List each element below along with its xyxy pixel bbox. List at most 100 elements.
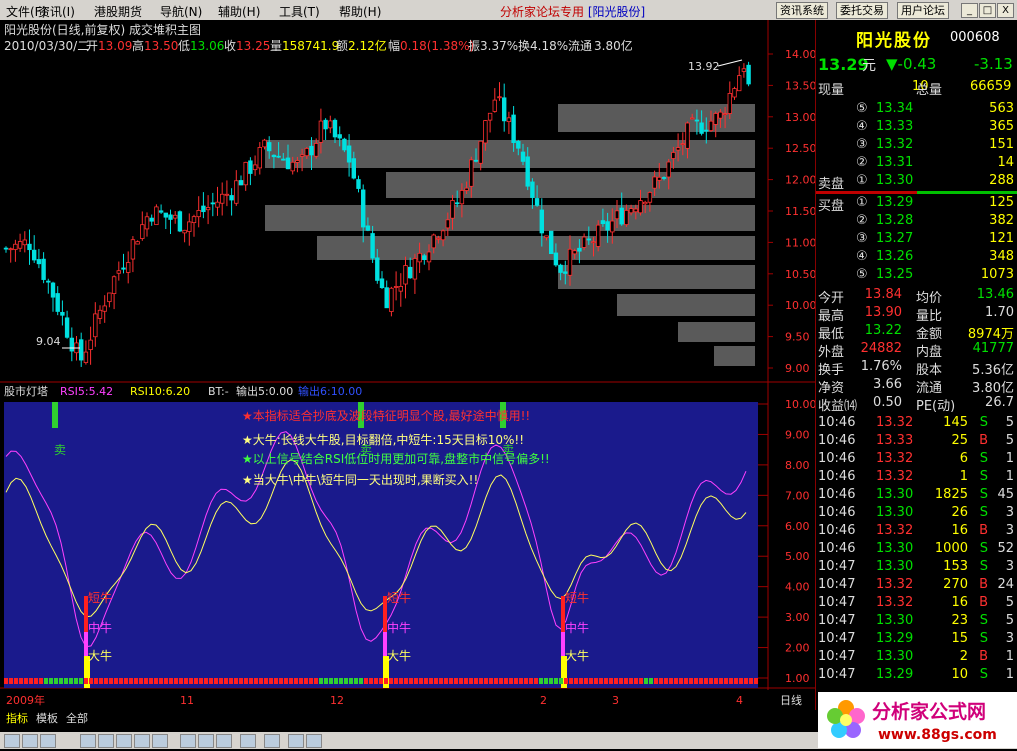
maximize-button[interactable]: □ [979,3,996,18]
ohlc-line: 2010/03/30/二 开 13.09 高 13.50 低 13.06 收 1… [4,38,633,53]
candle-body [610,220,615,233]
strip-cell [469,678,473,684]
stat-row: 最高 13.90 量比 1.70 [816,304,1017,324]
strip-cell [144,678,148,684]
strip-cell [329,678,333,684]
tick-volume: 26 [951,505,968,520]
forum-button[interactable]: 用户论坛 [897,2,949,19]
strip-cell [54,678,58,684]
tick-side: S [979,667,988,682]
toolbar-icon-14[interactable] [288,734,304,748]
sell-label: 卖盘 [818,177,845,192]
strip-cell [339,678,343,684]
menu-nav[interactable]: 导航(N) [160,3,202,20]
tick-row: 10:46 13.30 1825 S 45 [816,486,1017,504]
toolbar-icon-13[interactable] [264,734,280,748]
bid-price: 13.25 [876,267,914,282]
tick-side: S [979,613,988,628]
tick-side: B [979,523,988,538]
candle-body [694,119,700,122]
candle-body [534,198,540,206]
candle-body [266,142,272,152]
candle-body [177,211,183,232]
big-signal-label: 大牛 [387,648,411,663]
menu-assist[interactable]: 辅助(H) [218,3,260,20]
tab-all[interactable]: 全部 [66,710,88,726]
toolbar-icon-5[interactable] [98,734,114,748]
tab-indicator[interactable]: 指标 [6,710,28,726]
menu-info[interactable]: 资讯(I) [38,3,75,20]
toolbar-icon-12[interactable] [240,734,256,748]
tick-price: 13.30 [876,649,914,664]
tick-time: 10:47 [818,613,856,628]
candle-body [83,351,89,363]
chart-area[interactable]: 阳光股份(日线,前复权) 成交堆积主图 2010/03/30/二 开 13.09… [0,20,815,710]
strip-cell [164,678,168,684]
tick-time: 10:46 [818,541,856,556]
ask-price: 13.31 [876,155,914,170]
toolbar-icon-2[interactable] [22,734,38,748]
toolbar-icon-9[interactable] [180,734,196,748]
candle-body [248,160,253,174]
strip-cell [609,678,613,684]
tick-row: 10:47 13.32 270 B 24 [816,576,1017,594]
price-row: 13.29 元 ▼-0.43 -3.13 [816,54,1017,74]
candle-body [172,214,178,219]
tick-count: 3 [1005,505,1014,520]
toolbar-icon-3[interactable] [40,734,56,748]
menu-tools[interactable]: 工具(T) [279,3,320,20]
ask-price: 13.34 [876,101,914,116]
strip-cell [524,678,528,684]
candle-body [454,202,460,205]
tick-price: 13.32 [876,523,914,538]
strip-cell [514,678,518,684]
menu-help[interactable]: 帮助(H) [339,3,381,20]
candle-body [671,152,676,159]
bid-row: ③ 13.27 121 [816,230,1017,248]
candle-body [525,156,530,187]
toolbar-icon-6[interactable] [116,734,132,748]
strip-cell [529,678,533,684]
toolbar-icon-10[interactable] [198,734,214,748]
strip-cell [244,678,248,684]
candle-body [657,176,662,181]
header-close-label: 收 [224,39,236,53]
bid-volume: 125 [989,195,1014,210]
candle-body [187,221,192,232]
toolbar-icon-15[interactable] [306,734,322,748]
strip-cell [219,678,223,684]
rsi5-value: RSI5:5.42 [60,385,113,398]
news-system-button[interactable]: 资讯系统 [776,2,828,19]
ask-row: ⑤ 13.34 563 [816,100,1017,118]
tick-time: 10:47 [818,595,856,610]
tick-count: 3 [1005,631,1014,646]
candle-body [323,119,328,130]
tick-price: 13.29 [876,631,914,646]
strip-cell [274,678,278,684]
tab-template[interactable]: 模板 [36,710,58,726]
strip-cell [259,678,263,684]
trade-button[interactable]: 委托交易 [836,2,888,19]
candle-body [581,236,587,248]
minimize-button[interactable]: _ [961,3,978,18]
toolbar-icon-8[interactable] [152,734,168,748]
header-float: 3.80亿 [594,38,633,53]
price-axis-label: 10.00 [785,299,815,312]
tick-volume: 153 [943,559,968,574]
strip-cell [714,678,718,684]
menu-hk-futures[interactable]: 港股期货 [94,3,142,20]
tick-price: 13.30 [876,559,914,574]
toolbar-icon-4[interactable] [80,734,96,748]
strip-cell [454,678,458,684]
stat-value: 26.7 [985,395,1014,410]
toolbar-icon-7[interactable] [134,734,150,748]
tick-side: S [979,505,988,520]
candle-body [64,317,70,338]
toolbar-icon-1[interactable] [4,734,20,748]
toolbar-icon-11[interactable] [216,734,232,748]
ask-price: 13.33 [876,119,914,134]
strip-cell [384,678,388,684]
close-button[interactable]: X [997,3,1014,18]
candle-body [285,157,291,170]
tick-price: 13.30 [876,505,914,520]
